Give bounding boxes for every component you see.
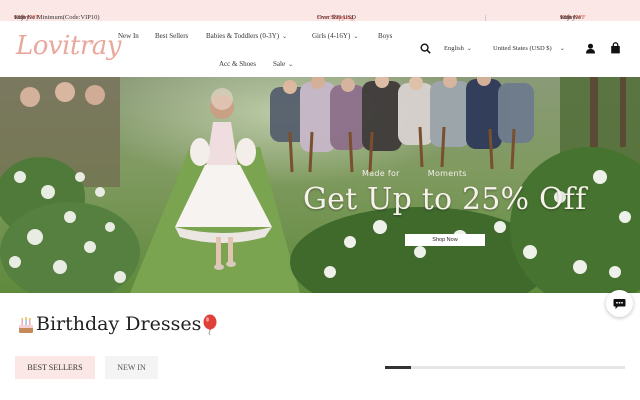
chevron-down-icon: ⌄ [353,34,359,40]
nav-girls[interactable]: Girls (4-16Y) ⌄ [312,32,358,40]
nav-new-in[interactable]: New In [118,32,139,40]
hero-banner[interactable]: Made for Moments Get Up to 25% Off Shop N… [0,77,640,293]
chevron-down-icon: ⌄ [559,46,565,52]
chat-button[interactable] [606,290,633,317]
nav-babies-toddlers[interactable]: Babies & Toddlers (0-3Y) ⌄ [206,32,287,40]
carousel-scrollbar[interactable] [385,366,625,369]
nav-sale[interactable]: Sale ⌄ [273,60,293,68]
announcement-bar: Enjoy 10% OFF with No Minimum(Code:VIP10… [0,0,640,21]
nav-acc-shoes[interactable]: Acc & Shoes [219,60,256,68]
chat-icon [613,299,626,309]
search-icon[interactable] [420,43,431,54]
carousel-scroll-thumb[interactable] [385,366,411,369]
shop-now-button[interactable]: Shop Now [405,234,485,246]
chevron-down-icon: ⌄ [288,62,294,68]
tab-best-sellers[interactable]: BEST SELLERS [15,356,95,379]
hero-headline: Get Up to 25% Off [303,182,587,217]
balloon-icon [203,314,217,336]
chevron-down-icon: ⌄ [466,46,472,52]
cake-icon [19,317,33,333]
nav-best-sellers[interactable]: Best Sellers [155,32,188,40]
user-icon[interactable] [585,43,596,54]
cart-icon[interactable] [610,42,621,54]
section-title: Birthday Dresses [16,313,219,336]
hero-subtitle: Made for Moments [362,169,467,178]
logo[interactable]: Lovitray [16,31,122,61]
region-selector[interactable]: United States (USD $) ⌄ [493,45,565,52]
chevron-down-icon: ⌄ [282,34,288,40]
nav-boys[interactable]: Boys [378,32,392,40]
language-selector[interactable]: English ⌄ [444,45,472,52]
logo-registered-mark: ® [89,41,94,47]
tab-new-in[interactable]: NEW IN [105,356,158,379]
site-header: Lovitray ® New In Best Sellers Babies & … [0,21,640,77]
